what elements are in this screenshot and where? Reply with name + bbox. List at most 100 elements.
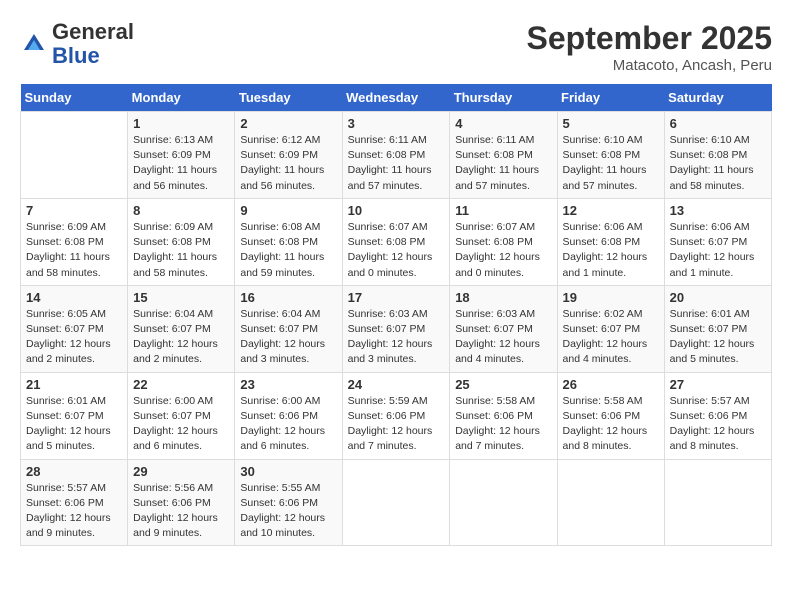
logo: General Blue <box>20 20 134 68</box>
day-number: 7 <box>26 203 122 218</box>
day-number: 18 <box>455 290 551 305</box>
day-info: Sunrise: 6:07 AMSunset: 6:08 PMDaylight:… <box>455 220 551 281</box>
day-number: 26 <box>563 377 659 392</box>
calendar-cell: 15Sunrise: 6:04 AMSunset: 6:07 PMDayligh… <box>128 285 235 372</box>
day-info: Sunrise: 6:11 AMSunset: 6:08 PMDaylight:… <box>455 133 551 194</box>
day-info: Sunrise: 5:58 AMSunset: 6:06 PMDaylight:… <box>455 394 551 455</box>
calendar-cell <box>557 459 664 546</box>
day-number: 2 <box>240 116 336 131</box>
logo-text: General Blue <box>52 20 134 68</box>
day-info: Sunrise: 5:56 AMSunset: 6:06 PMDaylight:… <box>133 481 229 542</box>
day-info: Sunrise: 6:10 AMSunset: 6:08 PMDaylight:… <box>670 133 766 194</box>
calendar-cell: 9Sunrise: 6:08 AMSunset: 6:08 PMDaylight… <box>235 198 342 285</box>
day-number: 10 <box>348 203 445 218</box>
day-info: Sunrise: 6:03 AMSunset: 6:07 PMDaylight:… <box>455 307 551 368</box>
day-info: Sunrise: 6:06 AMSunset: 6:08 PMDaylight:… <box>563 220 659 281</box>
header-thursday: Thursday <box>450 84 557 112</box>
header-sunday: Sunday <box>21 84 128 112</box>
month-title: September 2025 <box>527 20 772 57</box>
calendar-cell: 30 Sunrise: 5:55 AMSunset: 6:06 PMDayligh… <box>235 459 342 546</box>
header-tuesday: Tuesday <box>235 84 342 112</box>
day-info: Sunrise: 5:57 AMSunset: 6:06 PMDaylight:… <box>670 394 766 455</box>
day-number: 24 <box>348 377 445 392</box>
day-info: Sunrise: 6:03 AMSunset: 6:07 PMDaylight:… <box>348 307 445 368</box>
day-number: 28 <box>26 464 122 479</box>
calendar-cell: 24 Sunrise: 5:59 AMSunset: 6:06 PMDayligh… <box>342 372 450 459</box>
day-info: Sunrise: 6:04 AMSunset: 6:07 PMDaylight:… <box>133 307 229 368</box>
day-number: 5 <box>563 116 659 131</box>
day-info: Sunrise: 6:06 AMSunset: 6:07 PMDaylight:… <box>670 220 766 281</box>
calendar-cell: 28 Sunrise: 5:57 AMSunset: 6:06 PMDayligh… <box>21 459 128 546</box>
title-block: September 2025 Matacoto, Ancash, Peru <box>527 20 772 74</box>
day-info: Sunrise: 5:59 AMSunset: 6:06 PMDaylight:… <box>348 394 445 455</box>
day-number: 1 <box>133 116 229 131</box>
logo-general: General <box>52 19 134 44</box>
day-info: Sunrise: 6:00 AMSunset: 6:06 PMDaylight:… <box>240 394 336 455</box>
week-row-4: 21 Sunrise: 6:01 AMSunset: 6:07 PMDayligh… <box>21 372 772 459</box>
day-info: Sunrise: 5:55 AMSunset: 6:06 PMDaylight:… <box>240 481 336 542</box>
calendar-cell: 2Sunrise: 6:12 AMSunset: 6:09 PMDaylight… <box>235 112 342 199</box>
header-wednesday: Wednesday <box>342 84 450 112</box>
calendar-cell: 14 Sunrise: 6:05 AMSunset: 6:07 PMDayligh… <box>21 285 128 372</box>
week-row-3: 14 Sunrise: 6:05 AMSunset: 6:07 PMDayligh… <box>21 285 772 372</box>
header-saturday: Saturday <box>664 84 771 112</box>
calendar-cell: 18 Sunrise: 6:03 AMSunset: 6:07 PMDayligh… <box>450 285 557 372</box>
day-info: Sunrise: 6:00 AMSunset: 6:07 PMDaylight:… <box>133 394 229 455</box>
day-info: Sunrise: 6:02 AMSunset: 6:07 PMDaylight:… <box>563 307 659 368</box>
day-info: Sunrise: 6:09 AMSunset: 6:08 PMDaylight:… <box>133 220 229 281</box>
day-info: Sunrise: 6:04 AMSunset: 6:07 PMDaylight:… <box>240 307 336 368</box>
calendar-cell: 6Sunrise: 6:10 AMSunset: 6:08 PMDaylight… <box>664 112 771 199</box>
day-number: 22 <box>133 377 229 392</box>
calendar-cell: 8 Sunrise: 6:09 AMSunset: 6:08 PMDaylight… <box>128 198 235 285</box>
calendar-cell: 13 Sunrise: 6:06 AMSunset: 6:07 PMDayligh… <box>664 198 771 285</box>
day-info: Sunrise: 6:05 AMSunset: 6:07 PMDaylight:… <box>26 307 122 368</box>
calendar-cell: 3 Sunrise: 6:11 AMSunset: 6:08 PMDaylight… <box>342 112 450 199</box>
week-row-1: 1 Sunrise: 6:13 AMSunset: 6:09 PMDaylight… <box>21 112 772 199</box>
calendar-cell: 11 Sunrise: 6:07 AMSunset: 6:08 PMDayligh… <box>450 198 557 285</box>
calendar-cell: 7 Sunrise: 6:09 AMSunset: 6:08 PMDaylight… <box>21 198 128 285</box>
calendar-table: SundayMondayTuesdayWednesdayThursdayFrid… <box>20 84 772 546</box>
day-info: Sunrise: 6:11 AMSunset: 6:08 PMDaylight:… <box>348 133 445 194</box>
calendar-cell: 16 Sunrise: 6:04 AMSunset: 6:07 PMDayligh… <box>235 285 342 372</box>
day-number: 9 <box>240 203 336 218</box>
calendar-cell <box>664 459 771 546</box>
day-info: Sunrise: 6:13 AMSunset: 6:09 PMDaylight:… <box>133 133 229 194</box>
day-info: Sunrise: 6:07 AMSunset: 6:08 PMDaylight:… <box>348 220 445 281</box>
day-info: Sunrise: 6:01 AMSunset: 6:07 PMDaylight:… <box>670 307 766 368</box>
day-number: 12 <box>563 203 659 218</box>
day-number: 29 <box>133 464 229 479</box>
calendar-cell: 27 Sunrise: 5:57 AMSunset: 6:06 PMDayligh… <box>664 372 771 459</box>
day-number: 25 <box>455 377 551 392</box>
day-number: 16 <box>240 290 336 305</box>
calendar-cell: 5 Sunrise: 6:10 AMSunset: 6:08 PMDaylight… <box>557 112 664 199</box>
day-number: 21 <box>26 377 122 392</box>
day-number: 14 <box>26 290 122 305</box>
day-number: 19 <box>563 290 659 305</box>
day-info: Sunrise: 6:01 AMSunset: 6:07 PMDaylight:… <box>26 394 122 455</box>
calendar-cell: 25 Sunrise: 5:58 AMSunset: 6:06 PMDayligh… <box>450 372 557 459</box>
day-number: 13 <box>670 203 766 218</box>
day-info: Sunrise: 6:10 AMSunset: 6:08 PMDaylight:… <box>563 133 659 194</box>
calendar-cell: 19 Sunrise: 6:02 AMSunset: 6:07 PMDayligh… <box>557 285 664 372</box>
day-info: Sunrise: 6:09 AMSunset: 6:08 PMDaylight:… <box>26 220 122 281</box>
day-number: 8 <box>133 203 229 218</box>
calendar-cell: 21 Sunrise: 6:01 AMSunset: 6:07 PMDayligh… <box>21 372 128 459</box>
day-number: 11 <box>455 203 551 218</box>
calendar-cell: 1 Sunrise: 6:13 AMSunset: 6:09 PMDaylight… <box>128 112 235 199</box>
day-number: 20 <box>670 290 766 305</box>
day-number: 30 <box>240 464 336 479</box>
day-info: Sunrise: 5:58 AMSunset: 6:06 PMDaylight:… <box>563 394 659 455</box>
day-number: 3 <box>348 116 445 131</box>
day-number: 23 <box>240 377 336 392</box>
header-row: SundayMondayTuesdayWednesdayThursdayFrid… <box>21 84 772 112</box>
calendar-cell: 17Sunrise: 6:03 AMSunset: 6:07 PMDayligh… <box>342 285 450 372</box>
day-info: Sunrise: 5:57 AMSunset: 6:06 PMDaylight:… <box>26 481 122 542</box>
day-number: 27 <box>670 377 766 392</box>
week-row-2: 7 Sunrise: 6:09 AMSunset: 6:08 PMDaylight… <box>21 198 772 285</box>
header-monday: Monday <box>128 84 235 112</box>
logo-icon <box>20 30 48 58</box>
header-friday: Friday <box>557 84 664 112</box>
location: Matacoto, Ancash, Peru <box>527 57 772 74</box>
logo-blue: Blue <box>52 43 100 68</box>
calendar-cell <box>342 459 450 546</box>
